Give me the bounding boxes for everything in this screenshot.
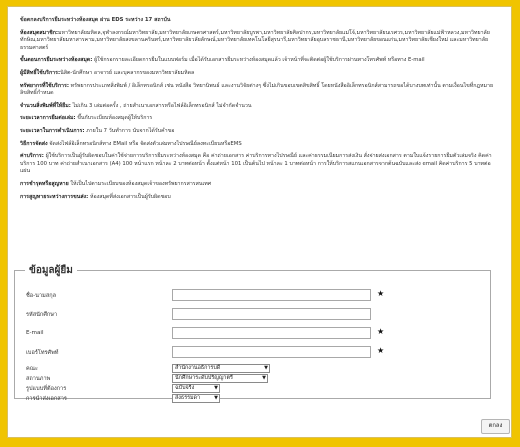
chevron-down-icon: ▼ (262, 375, 266, 381)
agreement-title: ข้อตกลงบริการยืมระหว่างห้องสมุด ผ่าน EDS… (20, 17, 171, 23)
chevron-down-icon: ▼ (214, 395, 218, 401)
fullname-label: ชื่อ-นามสกุล (26, 293, 57, 299)
email-label: E-mail (26, 330, 44, 336)
return-section: การชำรุดหรือสูญหาย ให้เป็นไปตามระเบียบขอ… (20, 181, 498, 189)
types-section: ทรัพยากรที่ใช้บริการ: ทรัพยากรประเภทสิ่ง… (20, 83, 498, 98)
return-text: ให้เป็นไปตามระเบียบของห้องสมุดเจ้าของทรั… (70, 180, 212, 187)
email-required-star: ★ (377, 327, 385, 336)
student-id-input[interactable] (172, 308, 371, 320)
submit-button[interactable]: ตกลง (481, 419, 510, 434)
delivery-method-label: การนำส่งเอกสาร (26, 396, 67, 402)
delivery-method-select[interactable]: ส่งธรรมดา ▼ (172, 394, 220, 403)
fee-heading: ค่าบริการ: (20, 153, 44, 160)
process-section: ระยะเวลาในการดำเนินการ: ภายใน 7 วันทำการ… (20, 128, 498, 136)
eligible-heading: ผู้มีสิทธิ์ใช้บริการ: (20, 69, 61, 76)
email-input[interactable] (172, 327, 371, 339)
fee-text: ผู้ใช้บริการเป็นผู้รับผิดชอบในค่าใช้จ่าย… (20, 153, 492, 175)
fee-section: ค่าบริการ: ผู้ใช้บริการเป็นผู้รับผิดชอบใ… (20, 153, 498, 176)
agreement-info: ข้อตกลงบริการยืมระหว่างห้องสมุด ผ่าน EDS… (20, 17, 498, 206)
steps-section: ขั้นตอนการยืมระหว่างห้องสมุด: ผู้ใช้กรอก… (20, 57, 498, 65)
types-heading: ทรัพยากรที่ใช้บริการ: (20, 82, 69, 89)
fullname-required-star: ★ (377, 289, 385, 298)
status-select[interactable]: นักศึกษาระดับปริญญาตรี ▼ (172, 374, 268, 383)
borrower-info-legend: ข้อมูลผู้ยืม (29, 265, 73, 276)
return-heading: การชำรุดหรือสูญหาย (20, 180, 69, 187)
format-label: รูปแบบที่ต้องการ (26, 386, 67, 392)
count-text: ไม่เกิน 3 เล่มต่อครั้ง , ถ่ายสำเนาเอกสาร… (72, 102, 252, 109)
process-heading: ระยะเวลาในการดำเนินการ: (20, 127, 85, 134)
delivery-method-select-value: ส่งธรรมดา (175, 395, 201, 401)
close-section: การสูญหายระหว่างการขนส่ง: ห้องสมุดที่ส่ง… (20, 194, 498, 202)
process-text: ภายใน 7 วันทำการ นับจากได้รับคำขอ (86, 127, 175, 134)
eligible-section: ผู้มีสิทธิ์ใช้บริการ:นิสิต-นักศึกษา อาจา… (20, 70, 498, 78)
delivery-heading: วิธีการจัดส่ง (20, 140, 48, 147)
members-section: ห้องสมุดสมาชิก:มหาวิทยาลัยมหิดล,จุฬาลงกร… (20, 30, 498, 53)
status-label: สถานภาพ (26, 376, 51, 382)
steps-text: ผู้ใช้กรอกรายละเอียดการยืมในแบบฟอร์ม เมื… (94, 57, 425, 64)
chevron-down-icon: ▼ (214, 385, 218, 391)
chevron-down-icon: ▼ (264, 365, 268, 371)
loan-heading: ระยะเวลาการยืมต่อเล่ม: (20, 115, 76, 122)
fullname-input[interactable] (172, 289, 371, 301)
count-heading: จำนวนสิ่งพิมพ์ที่ให้ยืม: (20, 102, 71, 109)
student-id-label: รหัสนักศึกษา (26, 312, 58, 318)
faculty-label: คณะ (26, 366, 38, 372)
count-section: จำนวนสิ่งพิมพ์ที่ให้ยืม: ไม่เกิน 3 เล่มต… (20, 103, 498, 111)
delivery-section: วิธีการจัดส่ง จัดส่งไฟล์อิเล็กทรอนิกส์ทา… (20, 141, 498, 149)
delivery-text: จัดส่งไฟล์อิเล็กทรอนิกส์ทาง EMail หรือ จ… (49, 140, 242, 147)
phone-required-star: ★ (377, 346, 385, 355)
phone-input[interactable] (172, 346, 371, 358)
format-select[interactable]: ฉบับจริง ▼ (172, 384, 220, 393)
faculty-select[interactable]: สำนักงานอธิการบดี ▼ (172, 364, 270, 373)
phone-label: เบอร์โทรศัพท์ (26, 350, 59, 356)
close-text: ห้องสมุดที่ส่งเอกสารเป็นผู้รับผิดชอบ (89, 193, 171, 200)
members-text: มหาวิทยาลัยมหิดล,จุฬาลงกรณ์มหาวิทยาลัย,ม… (20, 29, 490, 51)
loan-section: ระยะเวลาการยืมต่อเล่ม: ขึ้นกับระเบียบห้อ… (20, 115, 498, 123)
members-heading: ห้องสมุดสมาชิก: (20, 29, 59, 36)
status-select-value: นักศึกษาระดับปริญญาตรี (175, 375, 233, 381)
eligible-text: นิสิต-นักศึกษา อาจารย์ และบุคลากรของมหาว… (60, 69, 195, 76)
steps-heading: ขั้นตอนการยืมระหว่างห้องสมุด: (20, 57, 93, 64)
format-select-value: ฉบับจริง (175, 385, 195, 391)
close-heading: การสูญหายระหว่างการขนส่ง: (20, 193, 89, 200)
faculty-select-value: สำนักงานอธิการบดี (175, 365, 221, 371)
loan-text: ขึ้นกับระเบียบห้องสมุดผู้ให้บริการ (77, 115, 153, 122)
types-text: ทรัพยากรประเภทสิ่งพิมพ์ / อิเล็กทรอนิกส์… (20, 82, 494, 97)
